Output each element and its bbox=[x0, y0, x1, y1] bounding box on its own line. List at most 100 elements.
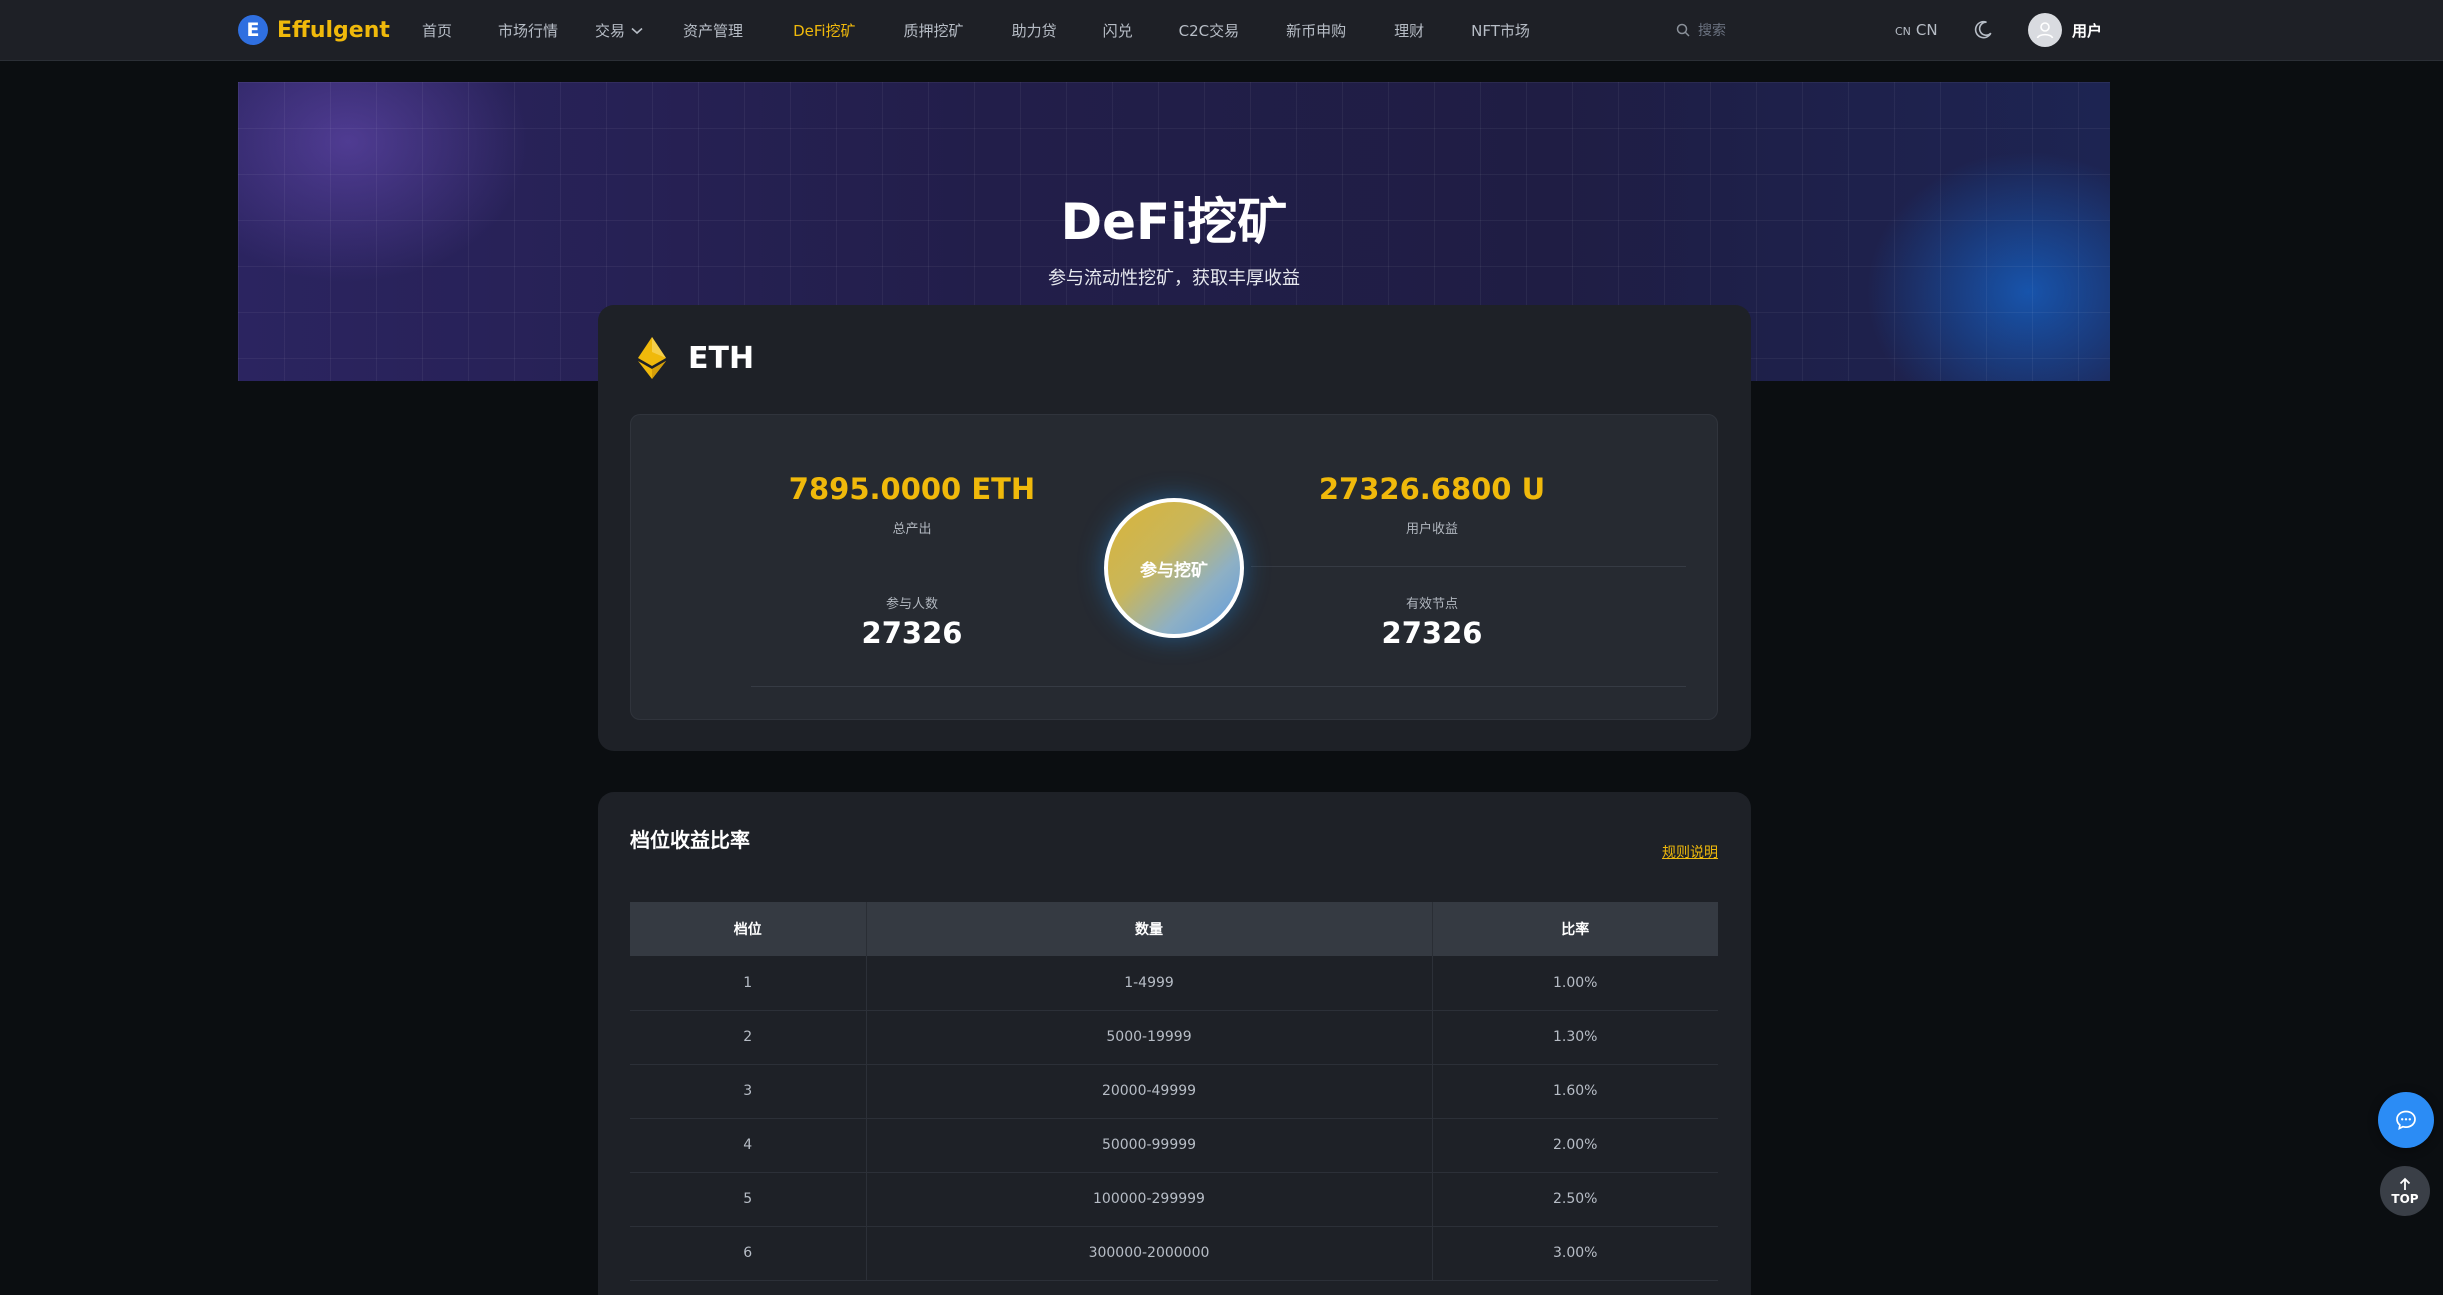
valid-nodes-stat: 有效节点 27326 bbox=[1271, 593, 1593, 650]
nav-item-staking[interactable]: 质押挖矿 bbox=[904, 20, 964, 41]
nav-item-label: 交易 bbox=[595, 22, 626, 40]
brand-logo-icon: E bbox=[238, 15, 268, 45]
user-income-label: 用户收益 bbox=[1405, 522, 1458, 537]
user-name: 用户 bbox=[2072, 21, 2103, 40]
page-title: DeFi挖矿 bbox=[1060, 193, 1288, 251]
nav-item-assets[interactable]: 资产管理 bbox=[683, 20, 743, 41]
nav-item-label: 新币申购 bbox=[1286, 22, 1347, 40]
search-icon bbox=[1676, 23, 1690, 37]
divider bbox=[1251, 566, 1686, 567]
participants-value: 27326 bbox=[861, 616, 963, 650]
nav-item-new-coin[interactable]: 新币申购 bbox=[1286, 20, 1346, 41]
nav-item-label: DeFi挖矿 bbox=[793, 22, 856, 40]
mining-stats-panel: 7895.0000 ETH 总产出 27326.6800 U 用户收益 参与人数… bbox=[630, 414, 1718, 720]
total-output-value: 7895.0000 ETH bbox=[788, 472, 1036, 506]
eth-mining-card: ETH 7895.0000 ETH 总产出 27326.6800 U 用户收益 … bbox=[598, 305, 1751, 751]
chat-bubble-icon bbox=[2396, 1110, 2416, 1131]
table-cell: 6 bbox=[630, 1226, 866, 1281]
coin-name: ETH bbox=[688, 340, 755, 376]
nav-item-nft[interactable]: NFT市场 bbox=[1471, 20, 1530, 41]
total-output-label: 总产出 bbox=[892, 522, 932, 537]
nav-item-home[interactable]: 首页 bbox=[422, 20, 452, 41]
table-cell: 300000-2000000 bbox=[865, 1226, 1432, 1281]
table-cell: 2.50% bbox=[1431, 1172, 1718, 1227]
total-output-stat: 7895.0000 ETH 总产出 bbox=[751, 472, 1073, 537]
nav-item-market[interactable]: 市场行情 bbox=[498, 20, 558, 41]
back-to-top-button[interactable]: TOP bbox=[2380, 1166, 2430, 1216]
table-cell: 1-4999 bbox=[865, 956, 1432, 1011]
page-subtitle: 参与流动性挖矿，获取丰厚收益 bbox=[1048, 268, 1300, 289]
table-row: 2 5000-19999 1.30% bbox=[630, 1010, 1718, 1065]
search-placeholder: 搜索 bbox=[1698, 23, 1726, 39]
tier-rate-table: 档位 数量 比率 1 1-4999 1.00% 2 5000-19999 1.3… bbox=[630, 902, 1718, 1281]
user-menu[interactable]: 用户 bbox=[2028, 13, 2102, 47]
tier-rate-card: 档位收益比率 规则说明 档位 数量 比率 1 1-4999 1.00% 2 50… bbox=[598, 792, 1751, 1295]
top-navigation-bar: E Effulgent 首页 市场行情 交易 资产管理 DeFi挖矿 质押挖矿 … bbox=[0, 0, 2443, 61]
table-cell: 2.00% bbox=[1431, 1118, 1718, 1173]
nav-item-swap[interactable]: 闪兑 bbox=[1103, 20, 1133, 41]
chat-support-button[interactable] bbox=[2378, 1092, 2434, 1148]
nav-item-label: NFT市场 bbox=[1471, 22, 1530, 40]
table-row: 5 100000-299999 2.50% bbox=[630, 1172, 1718, 1227]
brand-name: Effulgent bbox=[277, 17, 390, 43]
table-row: 6 300000-2000000 3.00% bbox=[630, 1226, 1718, 1281]
table-cell: 1.30% bbox=[1431, 1010, 1718, 1065]
coin-header: ETH bbox=[638, 337, 754, 379]
participants-stat: 参与人数 27326 bbox=[751, 593, 1073, 650]
nav-item-defi-mining[interactable]: DeFi挖矿 bbox=[793, 20, 855, 41]
table-cell: 100000-299999 bbox=[865, 1172, 1432, 1227]
table-row: 3 20000-49999 1.60% bbox=[630, 1064, 1718, 1119]
language-selector[interactable]: CN CN bbox=[1895, 21, 1938, 39]
language-label: CN bbox=[1915, 21, 1938, 39]
table-cell: 1 bbox=[630, 956, 866, 1011]
table-cell: 4 bbox=[630, 1118, 866, 1173]
avatar bbox=[2028, 13, 2062, 47]
column-header-rate: 比率 bbox=[1431, 902, 1718, 956]
table-cell: 3.00% bbox=[1431, 1226, 1718, 1281]
join-mining-button[interactable]: 参与挖矿 bbox=[1104, 498, 1244, 638]
table-cell: 5 bbox=[630, 1172, 866, 1227]
divider bbox=[751, 686, 1686, 687]
table-cell: 20000-49999 bbox=[865, 1064, 1432, 1119]
nav-item-finance[interactable]: 理财 bbox=[1394, 20, 1424, 41]
back-to-top-label: TOP bbox=[2391, 1191, 2419, 1206]
table-cell: 2 bbox=[630, 1010, 866, 1065]
user-income-stat: 27326.6800 U 用户收益 bbox=[1271, 472, 1593, 537]
nav-item-trade[interactable]: 交易 bbox=[595, 20, 643, 41]
valid-nodes-label: 有效节点 bbox=[1405, 597, 1458, 612]
nav-item-loan[interactable]: 助力贷 bbox=[1012, 20, 1057, 41]
rules-link[interactable]: 规则说明 bbox=[1662, 842, 1718, 862]
table-header-row: 档位 数量 比率 bbox=[630, 902, 1718, 956]
participants-label: 参与人数 bbox=[885, 597, 938, 612]
table-cell: 3 bbox=[630, 1064, 866, 1119]
nav-item-label: 首页 bbox=[422, 22, 453, 40]
tier-section-title: 档位收益比率 bbox=[630, 828, 750, 852]
main-nav: 首页 市场行情 交易 资产管理 DeFi挖矿 质押挖矿 助力贷 闪兑 C2C交易 bbox=[422, 0, 1530, 61]
table-cell: 5000-19999 bbox=[865, 1010, 1432, 1065]
search-input[interactable]: 搜索 bbox=[1676, 20, 1726, 40]
nav-item-label: 市场行情 bbox=[498, 22, 559, 40]
table-cell: 1.00% bbox=[1431, 956, 1718, 1011]
table-cell: 1.60% bbox=[1431, 1064, 1718, 1119]
nav-item-label: 资产管理 bbox=[683, 22, 744, 40]
nav-item-label: 理财 bbox=[1394, 22, 1425, 40]
user-income-value: 27326.6800 U bbox=[1318, 472, 1546, 506]
column-header-amount: 数量 bbox=[865, 902, 1432, 956]
nav-item-label: C2C交易 bbox=[1178, 22, 1240, 40]
ethereum-icon bbox=[638, 337, 666, 379]
nav-item-label: 闪兑 bbox=[1102, 22, 1133, 40]
arrow-up-icon bbox=[2399, 1177, 2411, 1190]
table-row: 1 1-4999 1.00% bbox=[630, 956, 1718, 1011]
table-cell: 50000-99999 bbox=[865, 1118, 1432, 1173]
nav-item-c2c[interactable]: C2C交易 bbox=[1179, 20, 1240, 41]
nav-item-label: 助力贷 bbox=[1011, 22, 1057, 40]
moon-icon[interactable] bbox=[1972, 19, 1994, 41]
language-flag-icon: CN bbox=[1895, 25, 1911, 38]
chevron-down-icon bbox=[631, 27, 643, 34]
nav-item-label: 质押挖矿 bbox=[903, 22, 964, 40]
valid-nodes-value: 27326 bbox=[1381, 616, 1483, 650]
brand-logo-link[interactable]: E Effulgent bbox=[238, 15, 390, 45]
table-row: 4 50000-99999 2.00% bbox=[630, 1118, 1718, 1173]
column-header-tier: 档位 bbox=[630, 902, 866, 956]
user-icon bbox=[2036, 22, 2054, 39]
